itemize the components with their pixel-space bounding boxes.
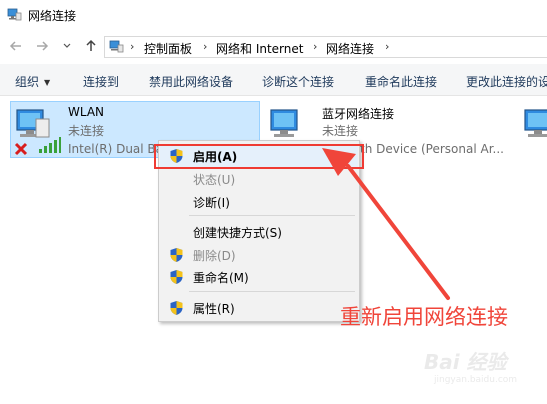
arrow-right-icon (37, 41, 49, 51)
organize-button[interactable]: 组织 ▼ (15, 73, 50, 90)
wlan-status: 未连接 (68, 124, 105, 138)
menu-item-label: 删除(D) (193, 249, 236, 263)
menu-item-label: 重命名(M) (193, 271, 249, 285)
wlan-name: WLAN (68, 105, 105, 119)
caret-down-icon: ▼ (44, 78, 51, 87)
annotation-text: 重新启用网络连接 (340, 305, 508, 329)
disconnected-x-icon (14, 142, 28, 156)
network-adapter-icon (524, 109, 547, 137)
recent-locations-button[interactable] (58, 37, 76, 55)
arrow-up-icon (86, 39, 96, 51)
bluetooth-name: 蓝牙网络连接 (322, 107, 395, 121)
menu-item-label: 状态(U) (193, 173, 236, 187)
breadcrumb-control-panel[interactable]: 控制面板 (144, 40, 192, 57)
breadcrumb-separator: › (203, 40, 208, 53)
breadcrumb-separator: › (385, 40, 390, 53)
up-button[interactable] (82, 37, 100, 55)
signal-bars-icon (39, 137, 61, 153)
connect-to-button[interactable]: 连接到 (83, 73, 119, 90)
forward-button[interactable] (33, 37, 51, 55)
breadcrumb-network-internet[interactable]: 网络和 Internet (216, 40, 303, 57)
breadcrumb-separator: › (313, 40, 318, 53)
watermark-logo-text: Bai 经验 (424, 350, 507, 374)
menu-item-label: 属性(R) (193, 302, 235, 316)
chevron-down-icon (63, 43, 71, 48)
command-bar: 组织 ▼ 连接到 禁用此网络设备 诊断这个连接 重命名此连接 更改此连接的设置 (0, 64, 547, 96)
breadcrumb-network-connections[interactable]: 网络连接 (326, 40, 374, 57)
watermark-url: jingyan.baidu.com (434, 375, 518, 385)
menu-item-label: 诊断(I) (193, 196, 230, 210)
diagnose-button[interactable]: 诊断这个连接 (262, 73, 334, 90)
window-title: 网络连接 (28, 9, 77, 23)
network-connections-window: 网络连接 › 控制面板 › 网络和 Internet › 网络连接 › 组织 ▼… (0, 0, 547, 404)
change-settings-button[interactable]: 更改此连接的设置 (466, 73, 547, 90)
wlan-device: Intel(R) Dual Ba (68, 142, 160, 156)
back-button[interactable] (7, 37, 25, 55)
uac-shield-icon (170, 301, 183, 315)
baidu-watermark: Bai 经验 jingyan.baidu.com (420, 346, 545, 396)
menu-item-label: 创建快捷方式(S) (193, 226, 282, 240)
organize-label: 组织 (15, 75, 40, 89)
disable-device-button[interactable]: 禁用此网络设备 (149, 73, 233, 90)
breadcrumb-separator: › (130, 40, 135, 53)
bluetooth-status: 未连接 (322, 124, 359, 138)
rename-button[interactable]: 重命名此连接 (365, 73, 437, 90)
arrow-left-icon (9, 41, 21, 51)
network-connections-icon (7, 8, 22, 21)
address-bar[interactable]: › 控制面板 › 网络和 Internet › 网络连接 › (104, 36, 547, 58)
title-bar: 网络连接 (0, 0, 547, 32)
control-panel-icon (109, 40, 124, 53)
uac-shield-icon (170, 248, 183, 262)
annotation-arrow-icon (322, 148, 450, 300)
uac-shield-icon (170, 270, 183, 284)
